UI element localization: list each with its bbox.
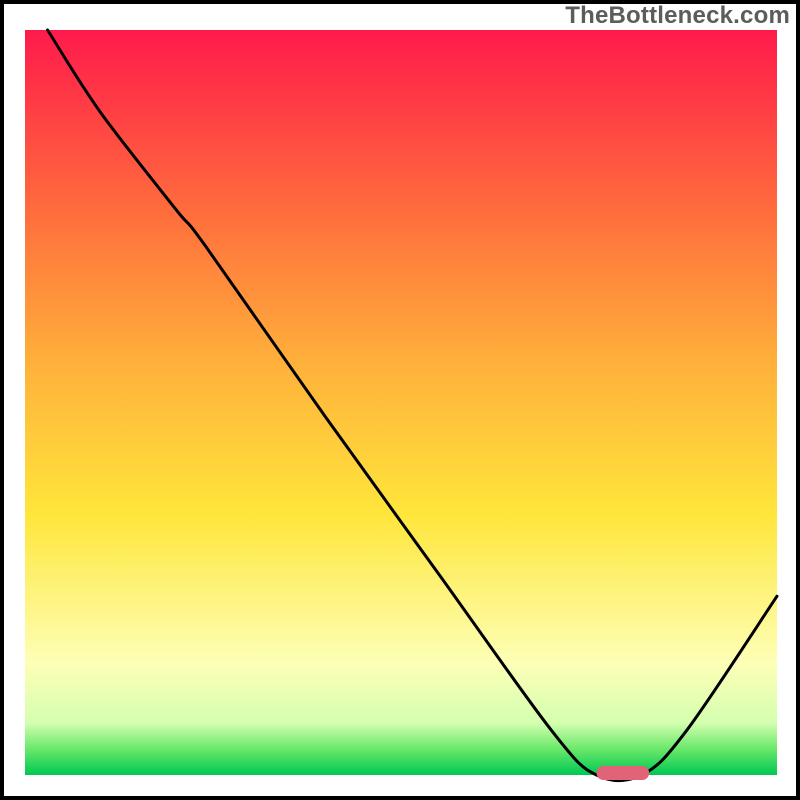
chart-svg	[0, 0, 800, 800]
plot-background	[25, 30, 777, 775]
optimal-range-marker	[597, 766, 650, 780]
chart-stage: TheBottleneck.com	[0, 0, 800, 800]
